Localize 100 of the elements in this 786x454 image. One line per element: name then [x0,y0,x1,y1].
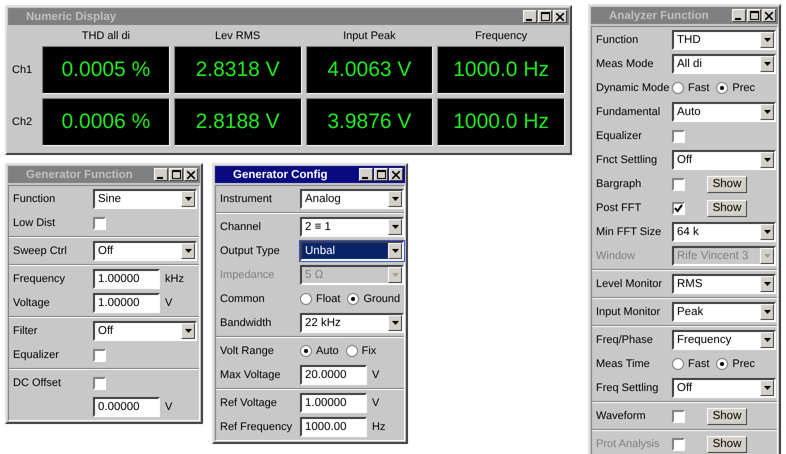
checkbox[interactable] [672,130,685,142]
close-button[interactable] [553,10,567,23]
field-label: Equalizer [13,349,60,361]
field-label: Common [220,293,266,305]
close-button[interactable] [184,168,198,181]
readout-value: 3.9876 V [306,98,434,146]
dropdown[interactable]: Off [93,241,197,261]
field-label: Dynamic Mode [596,82,670,94]
checkbox[interactable] [672,202,685,214]
readout-value: 4.0063 V [306,46,434,94]
readout-value: 1000.0 Hz [437,98,565,146]
field-label: Voltage [13,297,51,309]
dropdown[interactable]: Off [672,150,776,170]
field-label: Impedance [220,269,276,281]
maximize-button[interactable] [747,9,761,22]
maximize-button[interactable] [538,10,552,23]
show-button[interactable]: Show [707,176,747,192]
field-label: Meas Mode [596,58,654,70]
minimize-button[interactable] [154,168,168,181]
minimize-button[interactable] [732,9,746,22]
minimize-icon [362,176,368,178]
show-button[interactable]: Show [707,408,747,424]
dropdown[interactable]: Analog [300,189,404,209]
number-field[interactable]: 1000.00 [300,417,367,437]
radio-button[interactable] [300,345,312,357]
radio-button[interactable] [716,82,728,94]
dropdown[interactable]: Off [672,378,776,398]
readout-value: 0.0006 % [42,98,170,146]
field-label: Freq Settling [596,382,660,394]
checkbox[interactable] [93,216,106,230]
maximize-button[interactable] [374,168,388,181]
field-label: Output Type [220,245,281,257]
radio-button[interactable] [672,358,684,370]
radio-label: Auto [316,345,339,357]
field-label: Bargraph [596,178,642,190]
radio-button[interactable] [347,293,360,305]
column-header: Lev RMS [214,29,262,42]
window-title: Generator Config [232,168,328,180]
maximize-icon [750,11,758,20]
dropdown[interactable]: Frequency [672,330,776,350]
close-icon [187,170,195,178]
dropdown[interactable]: THD [672,30,776,50]
field-label: Input Monitor [596,306,662,318]
minimize-button[interactable] [523,10,537,23]
show-button[interactable]: Show [707,200,747,216]
maximize-button[interactable] [169,168,183,181]
field-label: Fundamental [596,106,662,118]
field-label: Frequency [13,273,66,285]
field-label: Function [596,34,640,46]
number-field[interactable]: 1.00000 [93,293,160,313]
field-label: Post FFT [596,202,642,214]
unit-label: V [372,397,380,409]
close-button[interactable] [762,9,776,22]
minimize-icon [735,18,741,20]
dropdown[interactable]: Off [93,321,197,341]
number-field[interactable]: 1.00000 [93,269,160,289]
checkbox[interactable] [672,410,685,422]
number-field[interactable]: 0.00000 [93,397,160,417]
field-label: Window [596,250,636,262]
radio-button[interactable] [300,293,312,305]
field-label: Instrument [220,193,273,205]
close-icon [556,12,564,20]
dropdown[interactable]: Sine [93,189,197,209]
unit-label: V [165,297,172,309]
radio-label: Ground [363,293,400,305]
minimize-icon [157,176,163,178]
checkbox[interactable] [93,348,106,362]
radio-button[interactable] [346,345,358,357]
close-button[interactable] [389,168,403,181]
dropdown[interactable]: Peak [672,302,776,322]
channel-label: Ch2 [12,116,34,128]
checkbox[interactable] [672,178,685,190]
maximize-icon [172,170,180,179]
channel-label: Ch1 [12,64,34,76]
column-header: Frequency [474,29,528,42]
dropdown[interactable]: RMS [672,274,776,294]
number-field[interactable]: 1.00000 [300,393,367,413]
readout-value: 1000.0 Hz [437,46,565,94]
field-label: Filter [13,325,38,337]
dropdown[interactable]: All di [672,54,776,74]
dropdown[interactable]: Auto [672,102,776,122]
number-field[interactable]: 20.0000 [300,365,367,385]
unit-label: V [165,401,172,413]
dropdown[interactable]: 22 kHz [300,313,404,333]
readout-value: 0.0005 % [42,46,170,94]
dropdown[interactable]: 64 k [672,222,776,242]
checkmark-icon [674,204,683,212]
dropdown[interactable]: Unbal [300,241,404,261]
dropdown[interactable]: 2 ≡ 1 [300,217,404,237]
field-label: Level Monitor [596,278,664,290]
field-label: Sweep Ctrl [13,245,68,257]
close-icon [392,170,400,178]
checkbox[interactable] [93,376,106,390]
unit-label: kHz [165,273,184,285]
field-label: Low Dist [13,217,56,229]
minimize-button[interactable] [359,168,373,181]
radio-button[interactable] [672,82,684,94]
maximize-icon [376,170,386,179]
radio-button[interactable] [716,358,728,370]
radio-label: Fix [362,345,376,357]
